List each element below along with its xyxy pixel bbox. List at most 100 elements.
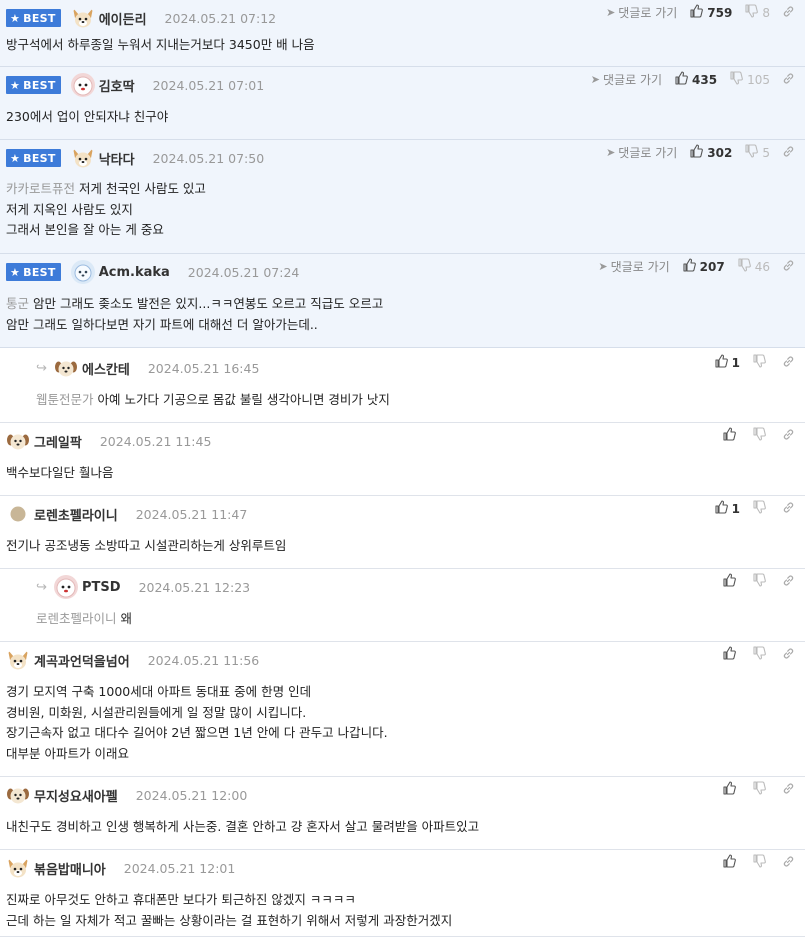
like-button[interactable] [722,781,740,798]
dislike-button[interactable]: 105 [729,71,770,88]
comment-timestamp: 2024.05.21 07:12 [164,10,277,26]
avatar[interactable] [6,429,30,453]
comment-body: 통군 암만 그래도 좆소도 발전은 있지...ㅋㅋ연봉도 오르고 직급도 오르고 암… [6,294,795,335]
dislike-button[interactable] [752,354,770,371]
share-link-button[interactable] [782,855,795,871]
share-link-button[interactable] [782,355,795,371]
share-link-button[interactable] [782,501,795,517]
avatar[interactable] [71,6,95,30]
like-button[interactable]: 1 [714,500,740,517]
thumbs-down-icon [744,144,762,161]
like-button[interactable]: 1 [714,354,740,371]
blue-pup-icon [70,260,95,284]
dislike-button[interactable] [752,781,770,798]
avatar[interactable] [6,648,30,672]
comment-header: 그레일팍 2024.05.21 11:45 [6,429,805,453]
mention-tag[interactable]: 웹툰전문가 [36,392,94,407]
share-link-button[interactable] [782,72,795,88]
author-nickname[interactable]: 그레일팍 [34,432,82,451]
goto-comment-link[interactable]: ➤ 댓글로 가기 [598,258,669,275]
comment-actions: 1 [714,354,795,371]
share-link-button[interactable] [782,5,795,21]
share-link-button[interactable] [782,574,795,590]
dislike-button[interactable] [752,573,770,590]
author-nickname[interactable]: 무지성요새아펠 [34,786,118,805]
comment-item: ★ BEST Acm.kaka 2024.05.21 07:24 ➤ 댓글로 가기 207 4… [0,254,805,348]
mention-tag[interactable]: 로렌초펠라이니 [36,611,117,626]
comment-line: 대부분 아파트가 이래요 [6,744,795,765]
avatar[interactable] [6,783,30,807]
comment-text: 암만 그래도 일하다보면 자기 파트에 대해선 더 알아가는데.. [6,316,318,332]
comment-line: 암만 그래도 일하다보면 자기 파트에 대해선 더 알아가는데.. [6,315,795,336]
mention-tag[interactable]: 통군 [6,296,29,311]
share-link-button[interactable] [782,647,795,663]
comment-list: ★ BEST 에이든리 2024.05.21 07:12 ➤ 댓글로 가기 759 8 방구석에… [0,0,805,937]
comment-line: 230에서 업이 안되자냐 친구야 [6,107,795,128]
goto-comment-label: 댓글로 가기 [618,146,678,160]
comment-text: 방구석에서 하루종일 누워서 지내는거보다 3450만 배 나음 [6,37,315,52]
author-nickname[interactable]: 낙타다 [99,149,135,168]
author-nickname[interactable]: Acm.kaka [99,265,170,280]
like-button[interactable]: 207 [682,258,725,275]
comment-timestamp: 2024.05.21 11:56 [147,652,260,668]
avatar[interactable] [6,502,30,526]
share-link-button[interactable] [782,145,795,161]
thumbs-up-icon [689,144,707,161]
best-badge-label: BEST [23,151,56,165]
avatar[interactable] [54,575,78,599]
avatar[interactable] [71,146,95,170]
author-nickname[interactable]: 로렌초펠라이니 [34,505,118,524]
author-nickname[interactable]: 볶음밥매니아 [34,859,106,878]
comment-line: 그래서 본인을 잘 아는 게 중요 [6,220,795,241]
avatar[interactable] [70,260,95,284]
like-count: 759 [707,5,733,20]
like-button[interactable] [722,854,740,871]
best-badge: ★ BEST [6,149,61,167]
comment-text: 그래서 본인을 잘 아는 게 중요 [6,222,164,237]
thumbs-down-icon [752,573,770,590]
goto-comment-link[interactable]: ➤ 댓글로 가기 [606,144,677,161]
thumbs-up-icon [682,258,700,275]
dislike-button[interactable]: 46 [737,258,770,275]
comment-line: 경비원, 미화원, 시설관리원들에게 일 정말 많이 시킵니다. [6,703,795,724]
share-link-button[interactable] [782,782,795,798]
best-badge: ★ BEST [6,9,61,27]
comment-timestamp: 2024.05.21 11:45 [99,433,212,449]
like-button[interactable] [722,573,740,590]
like-button[interactable] [722,427,740,444]
best-badge: ★ BEST [6,76,61,94]
dog-icon [71,146,95,170]
like-button[interactable] [722,646,740,663]
mention-tag[interactable]: 카카로트퓨전 [6,181,75,196]
star-icon: ★ [10,151,21,165]
comment-text: 경비원, 미화원, 시설관리원들에게 일 정말 많이 시킵니다. [6,704,307,720]
author-nickname[interactable]: 에스칸테 [82,359,130,378]
dislike-button[interactable] [752,854,770,871]
comment-item: 무지성요새아펠 2024.05.21 12:00 내친구도 경비하고 인생 행복하게… [0,777,805,850]
dislike-button[interactable] [752,646,770,663]
dislike-button[interactable]: 5 [744,144,770,161]
dislike-button[interactable]: 8 [744,4,770,21]
avatar[interactable] [54,356,78,380]
comment-line: 장기근속자 없고 대다수 길어야 2년 짧으면 1년 안에 다 관두고 나갑니다… [6,723,795,744]
avatar[interactable] [6,856,30,880]
author-nickname[interactable]: PTSD [82,580,121,595]
comment-header: 무지성요새아펠 2024.05.21 12:00 [6,783,805,807]
share-link-button[interactable] [782,428,795,444]
like-button[interactable]: 302 [689,144,732,161]
author-nickname[interactable]: 김호딱 [99,76,135,95]
dislike-button[interactable] [752,427,770,444]
goto-comment-link[interactable]: ➤ 댓글로 가기 [591,71,662,88]
like-button[interactable]: 759 [689,4,732,21]
author-nickname[interactable]: 에이든리 [99,9,147,28]
thumbs-up-icon [722,646,740,663]
share-link-button[interactable] [782,259,795,275]
goto-comment-link[interactable]: ➤ 댓글로 가기 [606,4,677,21]
avatar[interactable] [70,73,95,97]
dislike-button[interactable] [752,500,770,517]
comment-actions [722,854,795,871]
link-icon [782,501,795,517]
author-nickname[interactable]: 계곡과언덕을넘어 [34,651,130,670]
like-button[interactable]: 435 [674,71,717,88]
comment-actions: ➤ 댓글로 가기 207 46 [598,258,795,275]
